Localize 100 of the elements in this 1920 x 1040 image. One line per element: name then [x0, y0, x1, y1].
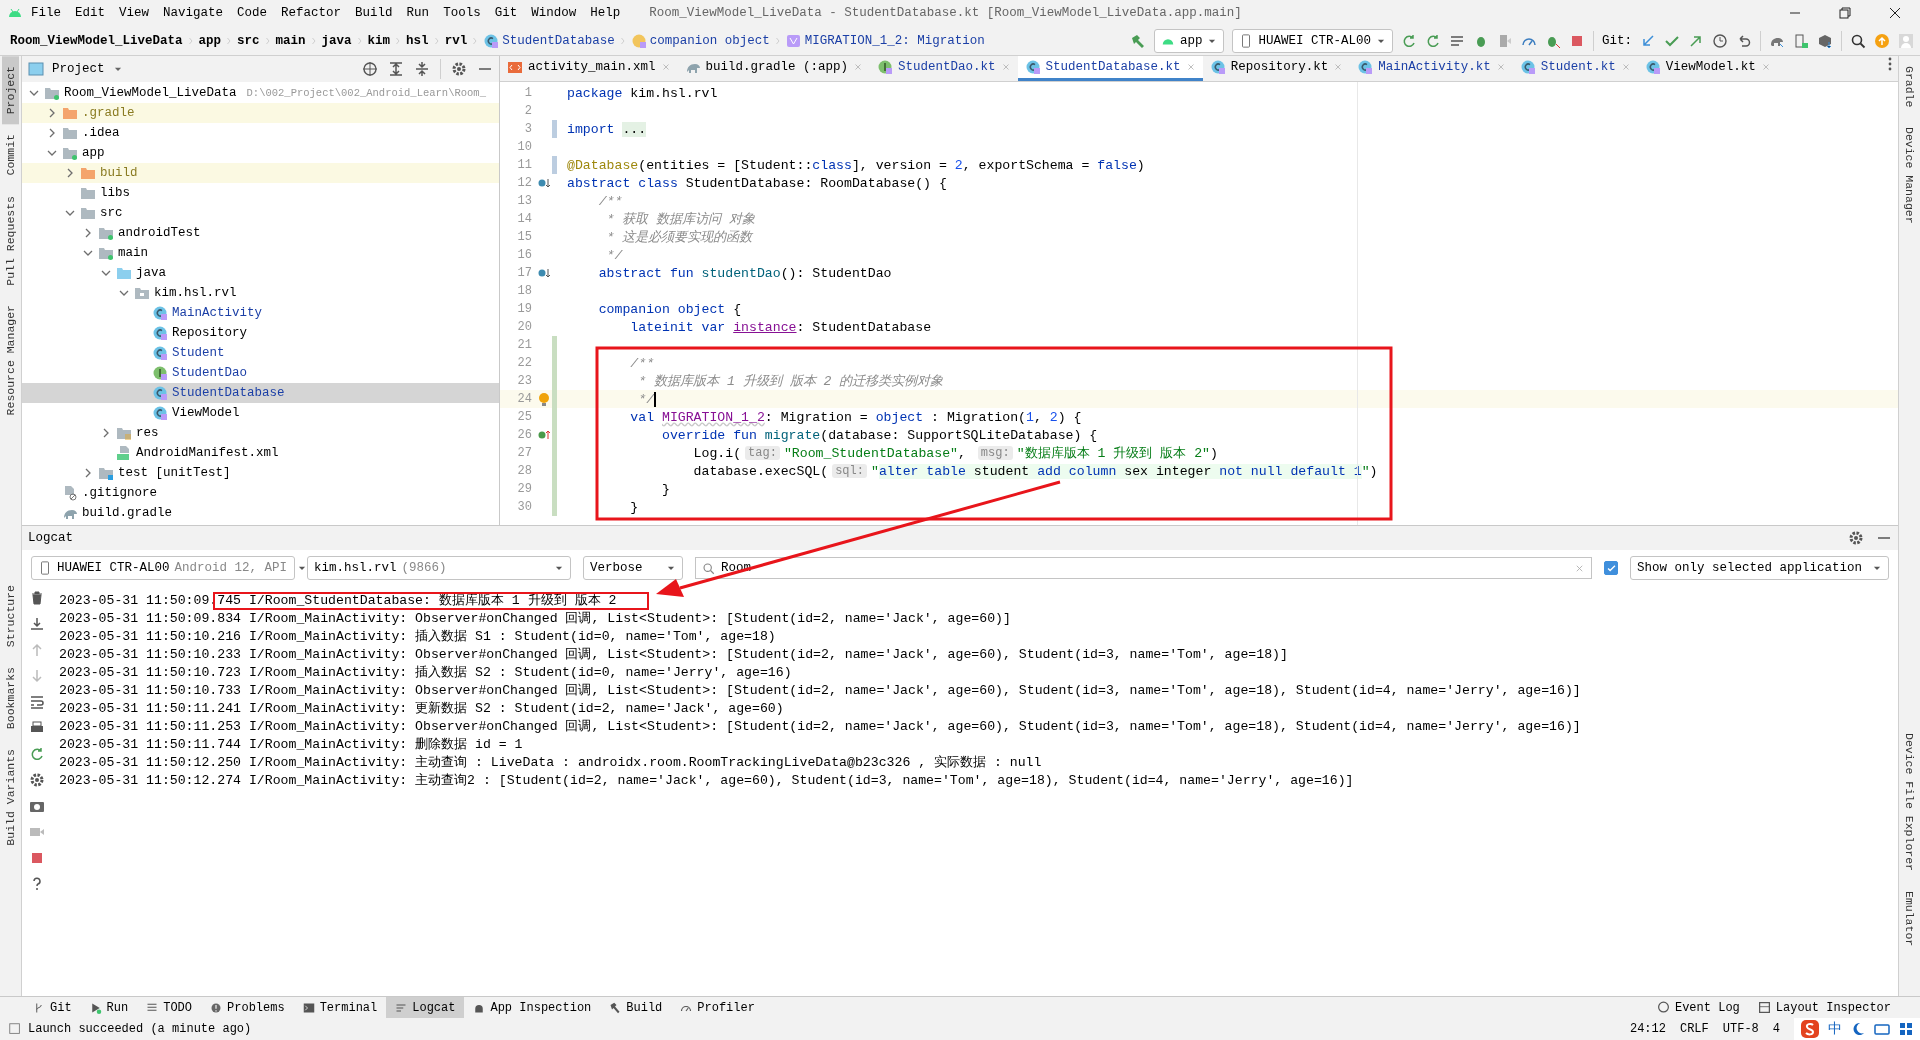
editor-tab[interactable]: ViewModel.kt — [1637, 56, 1778, 81]
breadcrumb[interactable]: MIGRATION_1_2: Migration — [785, 32, 985, 49]
menu-item[interactable]: Build — [348, 6, 400, 20]
apply-changes-icon[interactable] — [1425, 32, 1441, 49]
menu-item[interactable]: Window — [524, 6, 584, 20]
menu-item[interactable]: Help — [583, 6, 628, 20]
tree-item[interactable]: ViewModel — [22, 403, 499, 423]
chevron-down-icon[interactable] — [29, 88, 39, 98]
trash-icon[interactable] — [29, 590, 45, 606]
tree-item[interactable]: src — [22, 203, 499, 223]
tool-window-tab[interactable]: Resource Manager — [2, 295, 19, 426]
tree-item[interactable]: main — [22, 243, 499, 263]
file-encoding[interactable]: UTF-8 — [1722, 1022, 1759, 1036]
menu-item[interactable]: View — [112, 6, 157, 20]
tree-item[interactable]: StudentDatabase — [22, 383, 499, 403]
hammer-icon[interactable] — [1129, 32, 1146, 49]
tree-item[interactable]: build — [22, 163, 499, 183]
menu-item[interactable]: Tools — [436, 6, 488, 20]
chevron-right-icon[interactable] — [101, 428, 111, 438]
chevron-right-icon[interactable] — [83, 468, 93, 478]
tool-window-tab[interactable]: Terminal — [293, 997, 387, 1018]
tool-window-tab[interactable]: Structure — [2, 575, 19, 658]
menu-item[interactable]: File — [24, 6, 68, 20]
chevron-right-icon[interactable] — [47, 108, 57, 118]
editor-tab[interactable]: StudentDatabase.kt — [1017, 56, 1203, 81]
panel-title[interactable]: Project — [52, 62, 105, 76]
close-icon[interactable] — [1887, 5, 1903, 21]
breadcrumb[interactable]: hsl — [406, 33, 429, 48]
menu-item[interactable]: Edit — [68, 6, 113, 20]
restore-icon[interactable] — [1837, 5, 1853, 21]
breadcrumb[interactable]: src — [237, 33, 260, 48]
menu-item[interactable]: Navigate — [156, 6, 231, 20]
chevron-right-icon[interactable] — [83, 228, 93, 238]
tool-window-tab[interactable]: Layout Inspector — [1748, 1000, 1900, 1015]
tool-window-tab[interactable]: Build Variants — [2, 739, 19, 856]
indent-setting[interactable]: 4 — [1772, 1022, 1780, 1036]
editor-tab[interactable]: activity_main.xml — [500, 56, 678, 81]
editor-tab[interactable]: build.gradle (:app) — [677, 56, 871, 81]
tool-window-tab[interactable]: Device Manager — [1901, 117, 1918, 235]
chevron-right-icon[interactable] — [65, 168, 75, 178]
sdk-manager-icon[interactable] — [1817, 32, 1833, 49]
tool-window-tab[interactable]: Profiler — [671, 997, 764, 1018]
process-dropdown[interactable]: kim.hsl.rvl (9866) — [307, 556, 571, 580]
settings-icon[interactable] — [451, 61, 467, 77]
editor-tab[interactable]: Student.kt — [1512, 56, 1638, 81]
tree-item[interactable]: java — [22, 263, 499, 283]
tree-item[interactable]: libs — [22, 183, 499, 203]
history-icon[interactable] — [1712, 32, 1728, 49]
tree-item[interactable]: StudentDao — [22, 363, 499, 383]
tool-window-tab[interactable]: Emulator — [1901, 880, 1918, 956]
tool-window-tab[interactable]: Device File Explorer — [1901, 722, 1918, 881]
tree-item[interactable]: res — [22, 423, 499, 443]
breadcrumb[interactable]: companion object — [630, 32, 770, 49]
chevron-down-icon[interactable] — [83, 248, 93, 258]
editor-tab[interactable]: StudentDao.kt — [870, 56, 1018, 81]
rollback-icon[interactable] — [1736, 32, 1752, 49]
settings-icon[interactable] — [1848, 530, 1864, 546]
breadcrumb[interactable]: main — [275, 33, 306, 48]
tree-item[interactable]: kim.hsl.rvl — [22, 283, 499, 303]
tree-item[interactable]: test [unitTest] — [22, 463, 499, 483]
tool-window-tab[interactable]: Problems — [201, 997, 294, 1018]
breadcrumb[interactable]: kim — [367, 33, 391, 48]
tree-item[interactable]: app — [22, 143, 499, 163]
menu-item[interactable]: Refactor — [274, 6, 349, 20]
update-icon[interactable] — [1640, 32, 1656, 49]
tool-window-tab[interactable]: TODO — [137, 997, 202, 1018]
filter-dropdown[interactable]: Show only selected application — [1630, 556, 1889, 580]
tool-window-tab[interactable]: Project — [2, 56, 19, 125]
breadcrumb[interactable]: Room_ViewModel_LiveData — [10, 33, 183, 48]
tree-item[interactable]: MainActivity — [22, 303, 499, 323]
tree-item[interactable]: Repository — [22, 323, 499, 343]
caret-position[interactable]: 24:12 — [1629, 1022, 1666, 1036]
tree-item[interactable]: Student — [22, 343, 499, 363]
settings-icon[interactable] — [29, 772, 45, 788]
stop-icon[interactable] — [29, 850, 45, 866]
scroll-to-end-icon[interactable] — [29, 616, 45, 632]
tree-item[interactable]: androidTest — [22, 223, 499, 243]
breadcrumb[interactable]: rvl — [444, 33, 468, 48]
tree-item[interactable]: build.gradle — [22, 503, 499, 523]
locate-icon[interactable] — [362, 61, 378, 77]
tool-window-tab[interactable]: Event Log — [1647, 1000, 1749, 1015]
menu-item[interactable]: Git — [487, 6, 525, 20]
soft-wrap-icon[interactable] — [29, 694, 45, 710]
tree-item[interactable]: .gitignore — [22, 483, 499, 503]
tool-window-tab[interactable]: Pull Requests — [2, 185, 19, 296]
checkbox[interactable] — [1604, 561, 1618, 575]
tool-window-tab[interactable]: Run — [80, 997, 138, 1018]
breadcrumb[interactable]: StudentDatabase — [483, 32, 615, 49]
rerun-icon[interactable] — [1401, 32, 1417, 49]
menu-item[interactable]: Run — [399, 6, 437, 20]
editor-tab[interactable]: MainActivity.kt — [1350, 56, 1513, 81]
collapse-all-icon[interactable] — [414, 61, 430, 77]
breadcrumb[interactable]: java — [321, 33, 352, 48]
editor-tab[interactable]: Repository.kt — [1202, 56, 1351, 81]
chevron-down-icon[interactable] — [119, 288, 129, 298]
line-separator[interactable]: CRLF — [1679, 1022, 1709, 1036]
input-mode[interactable]: 中 — [1828, 1020, 1842, 1038]
tool-window-tab[interactable]: Git — [24, 997, 81, 1018]
tool-window-tab[interactable]: Bookmarks — [2, 657, 19, 740]
chevron-down-icon[interactable] — [65, 208, 75, 218]
